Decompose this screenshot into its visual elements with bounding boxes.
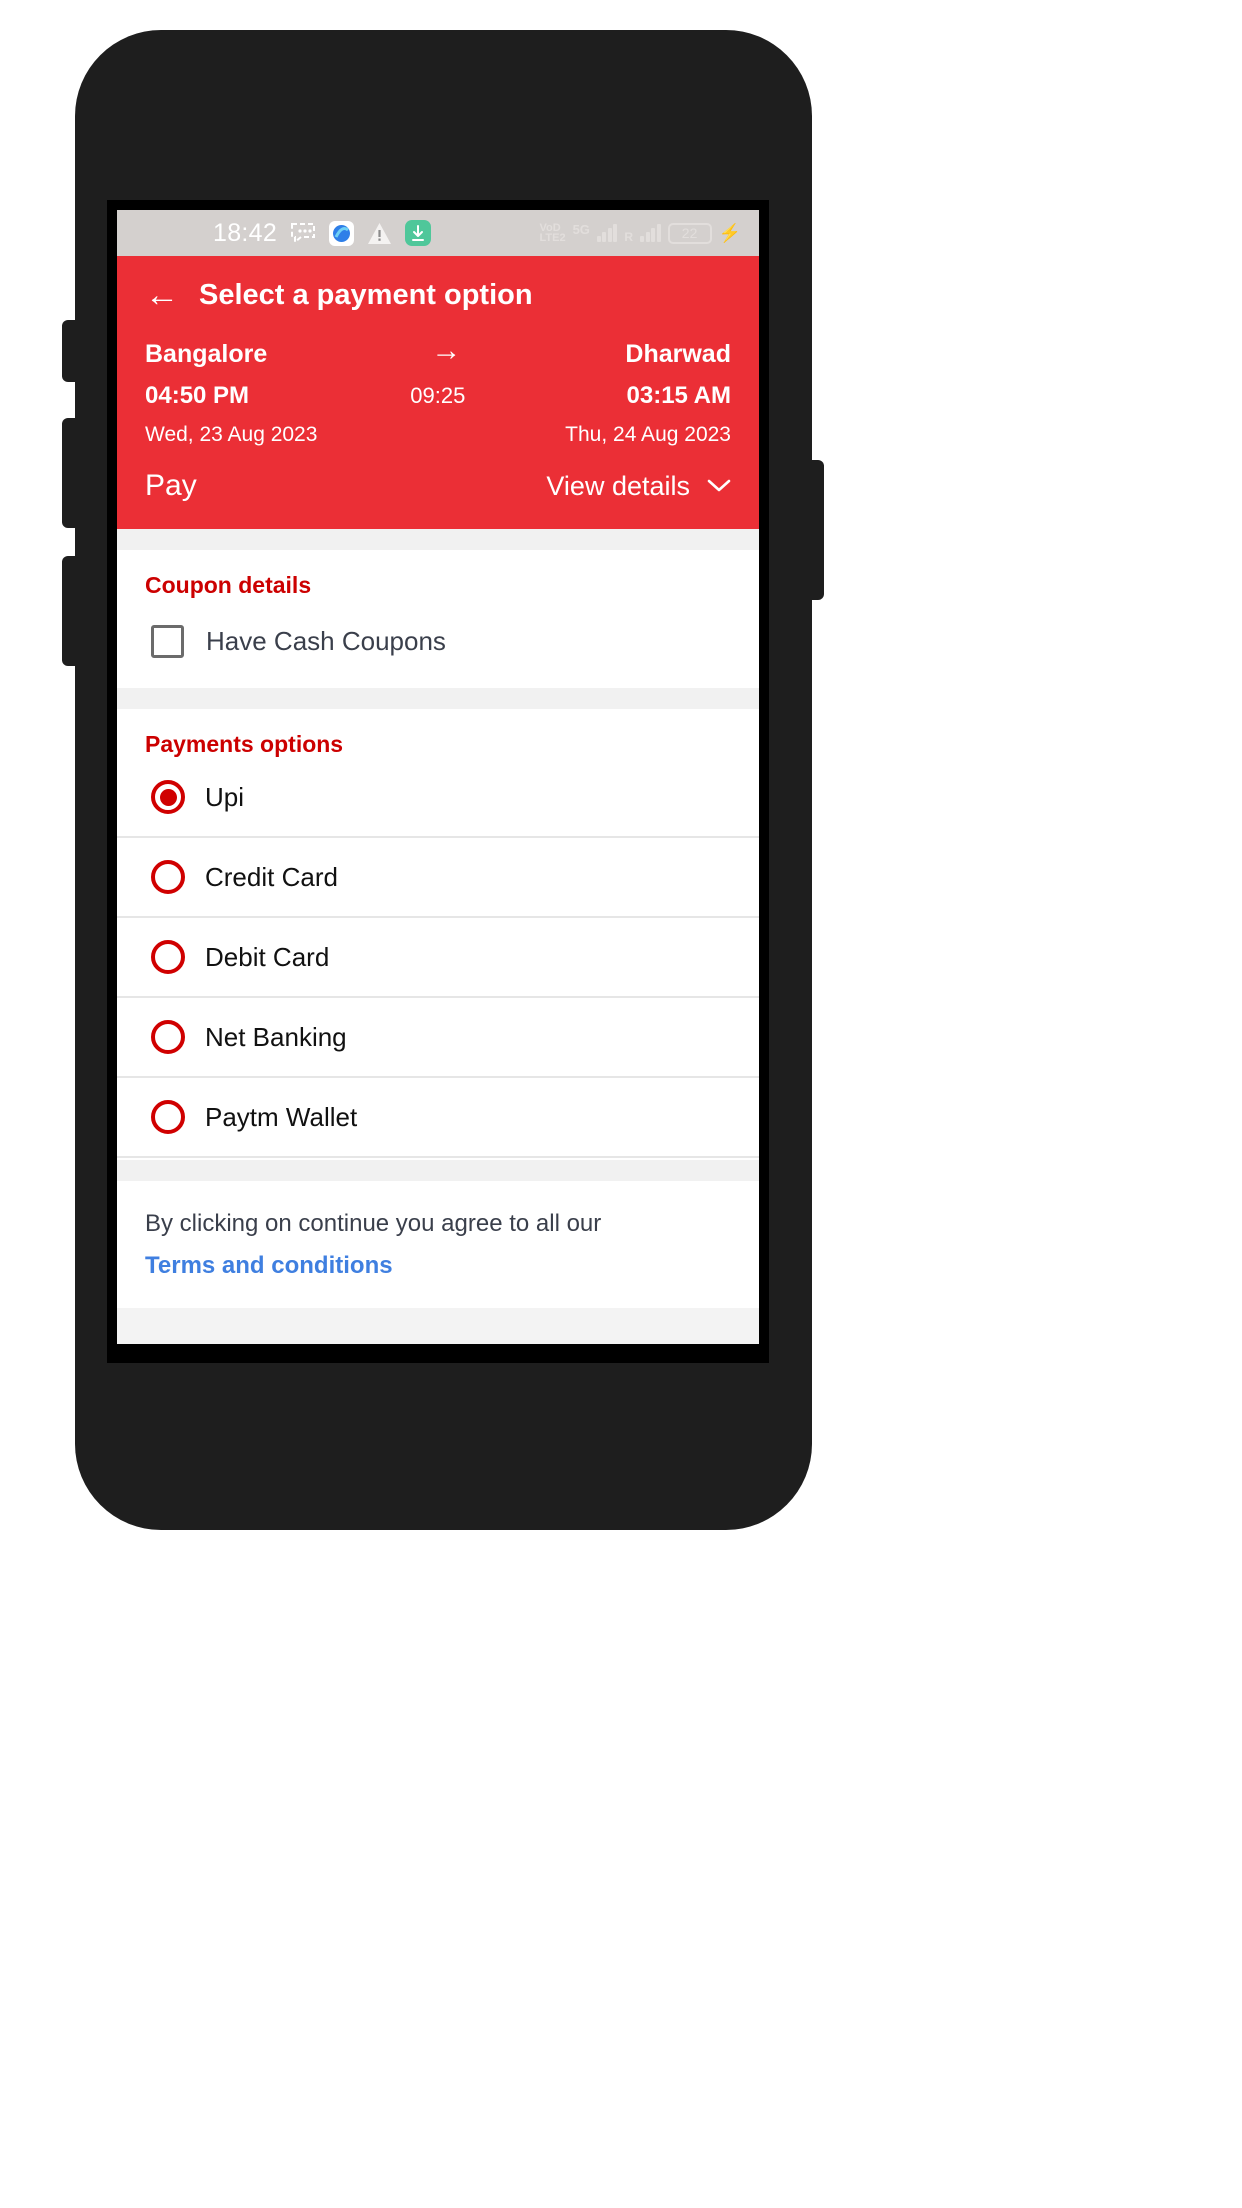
roaming-label: R — [624, 230, 634, 244]
view-details-button[interactable]: View details — [546, 471, 731, 502]
payments-section-title: Payments options — [145, 731, 344, 757]
pay-row: Pay View details — [117, 447, 759, 529]
payment-option-label: Credit Card — [205, 861, 338, 892]
page-title: Select a payment option — [199, 278, 533, 311]
download-icon — [405, 220, 432, 246]
view-details-label: View details — [546, 470, 690, 501]
have-cash-coupons-label: Have Cash Coupons — [206, 626, 446, 656]
payment-option-label: Net Banking — [205, 1021, 347, 1052]
volume-down-button[interactable] — [62, 556, 78, 666]
origin-city: Bangalore — [145, 340, 268, 368]
payment-option-upi[interactable]: Upi — [117, 758, 759, 838]
destination-city: Dharwad — [625, 340, 731, 368]
arrival-date: Thu, 24 Aug 2023 — [565, 423, 731, 446]
radio-icon-net-banking[interactable] — [151, 1020, 185, 1054]
have-cash-coupons-checkbox[interactable] — [151, 625, 184, 658]
departure-time: 04:50 PM — [145, 382, 250, 409]
journey-summary: Bangalore → Dharwad 04:50 PM 09:25 03:15… — [117, 332, 759, 447]
section-gap-3 — [117, 1160, 759, 1181]
status-clock: 18:42 — [213, 218, 278, 247]
phone-screen-frame: 18:42 VoD LTE2 5G R 22 ⚡ ← Select a paym… — [107, 200, 769, 1363]
radio-icon-upi[interactable] — [151, 780, 185, 814]
status-bar-left: 18:42 — [213, 218, 432, 248]
battery-icon: 22 — [667, 222, 712, 244]
section-gap-2 — [117, 688, 759, 709]
network-type-label: 5G — [572, 221, 590, 237]
journey-dates-row: Wed, 23 Aug 2023 Thu, 24 Aug 2023 — [145, 423, 731, 447]
payment-option-label: Debit Card — [205, 941, 330, 972]
payment-option-debit-card[interactable]: Debit Card — [117, 918, 759, 998]
volte-label-bottom: LTE2 — [539, 232, 566, 244]
arrival-time: 03:15 AM — [626, 382, 731, 409]
payment-option-credit-card[interactable]: Credit Card — [117, 838, 759, 918]
phone-left-notch — [62, 320, 78, 382]
departure-date: Wed, 23 Aug 2023 — [145, 423, 318, 446]
volume-up-button[interactable] — [62, 418, 78, 528]
signal-strength-icon-1 — [596, 224, 618, 242]
app-header: ← Select a payment option Bangalore → Dh… — [117, 256, 759, 529]
back-arrow-icon[interactable]: ← — [145, 278, 179, 312]
radio-icon-debit-card[interactable] — [151, 940, 185, 974]
payments-section: Payments options Upi Credit Card Debit C… — [117, 709, 759, 1160]
terms-and-conditions-link[interactable]: Terms and conditions — [145, 1252, 393, 1280]
radio-icon-credit-card[interactable] — [151, 860, 185, 894]
status-bar-right: VoD LTE2 5G R 22 ⚡ — [539, 210, 741, 256]
volte-indicator: VoD LTE2 — [539, 222, 566, 244]
battery-level-label: 22 — [681, 225, 698, 241]
signal-strength-icon-2 — [640, 224, 661, 242]
coupon-section: Coupon details Have Cash Coupons — [117, 550, 759, 688]
power-button[interactable] — [806, 460, 824, 600]
screenshot-root: 18:42 VoD LTE2 5G R 22 ⚡ ← Select a paym… — [0, 0, 1242, 2208]
payment-option-label: Paytm Wallet — [205, 1101, 358, 1132]
warning-triangle-icon — [367, 222, 392, 245]
blue-app-icon — [329, 220, 355, 246]
right-arrow-icon: → — [431, 334, 462, 367]
payment-option-net-banking[interactable]: Net Banking — [117, 998, 759, 1078]
terms-text: By clicking on continue you agree to all… — [145, 1210, 602, 1237]
section-gap-1 — [117, 529, 759, 550]
phone-screen: 18:42 VoD LTE2 5G R 22 ⚡ ← Select a paym… — [117, 210, 759, 1344]
footer-spacer — [117, 1307, 759, 1344]
coupon-section-title: Coupon details — [145, 572, 312, 598]
chat-bubble-icon — [290, 222, 316, 244]
terms-section: By clicking on continue you agree to all… — [117, 1181, 759, 1308]
charging-bolt-icon: ⚡ — [718, 222, 741, 243]
status-bar: 18:42 VoD LTE2 5G R 22 ⚡ — [117, 210, 759, 256]
journey-times-row: 04:50 PM 09:25 03:15 AM — [145, 382, 731, 410]
have-cash-coupons-row[interactable]: Have Cash Coupons — [117, 599, 759, 688]
chevron-down-icon — [707, 475, 731, 497]
pay-label: Pay — [145, 469, 197, 502]
journey-cities-row: Bangalore → Dharwad — [145, 334, 731, 369]
payment-option-label: Upi — [205, 781, 245, 812]
radio-icon-paytm-wallet[interactable] — [151, 1100, 185, 1134]
journey-duration: 09:25 — [410, 383, 466, 408]
payment-option-paytm-wallet[interactable]: Paytm Wallet — [117, 1078, 759, 1158]
app-header-title-row: ← Select a payment option — [117, 278, 759, 332]
